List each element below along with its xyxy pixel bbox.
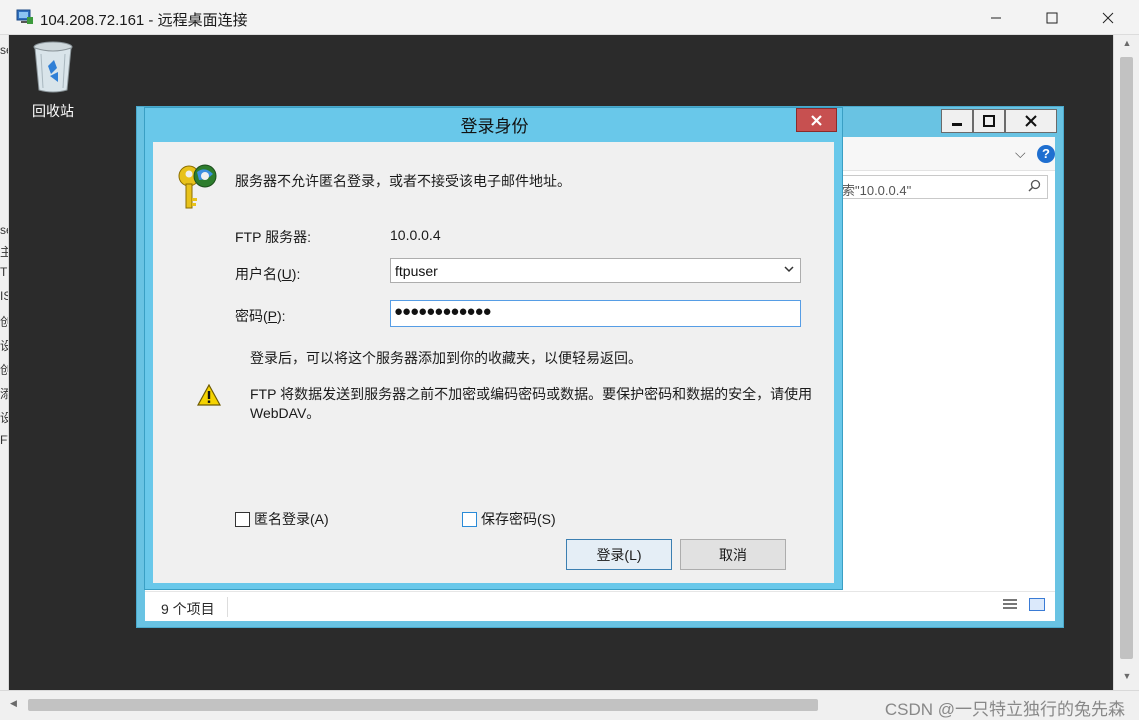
help-icon[interactable]: ? <box>1037 145 1055 163</box>
window-title: 104.208.72.161 - 远程桌面连接 <box>40 12 248 29</box>
maximize-icon <box>983 115 995 127</box>
left-clipped-panel: se se 主 T IS 创 设 创 添 设 FT <box>0 35 9 690</box>
username-label: 用户名(U): <box>235 266 301 282</box>
horizontal-scroll-thumb[interactable] <box>28 699 818 711</box>
username-combobox[interactable]: ftpuser <box>390 258 801 283</box>
checkbox-box[interactable] <box>462 511 477 527</box>
password-mask: ●●●●●●●●●●●● <box>394 303 492 320</box>
clipped-text: T <box>0 265 8 279</box>
maximize-button[interactable] <box>1024 0 1080 35</box>
security-warning: FTP 将数据发送到服务器之前不加密或编码密码或数据。要保护密码和数据的安全，请… <box>250 386 813 421</box>
vertical-scroll-thumb[interactable] <box>1120 57 1133 659</box>
close-icon <box>1025 115 1037 127</box>
item-count: 9 个项目 <box>161 601 215 617</box>
clipped-text: FT <box>0 433 8 447</box>
chevron-down-icon[interactable] <box>783 263 795 275</box>
scroll-left-icon[interactable]: ◀ <box>10 698 17 709</box>
vertical-scrollbar[interactable]: ▲ ▼ <box>1113 35 1139 690</box>
clipped-text: 创 <box>0 361 8 378</box>
error-message: 服务器不允许匿名登录，或者不接受该电子邮件地址。 <box>235 173 571 189</box>
dialog-body: 服务器不允许匿名登录，或者不接受该电子邮件地址。 FTP 服务器: 10.0.0… <box>153 142 834 583</box>
status-divider <box>227 597 228 617</box>
clipped-text: se <box>0 43 8 57</box>
save-password-label: 保存密码(S) <box>481 511 556 527</box>
clipped-text: 创 <box>0 313 8 330</box>
close-icon <box>1102 12 1114 23</box>
checkbox-box[interactable] <box>235 511 250 527</box>
server-label: FTP 服务器: <box>235 229 311 245</box>
dialog-title: 登录身份 <box>460 117 529 136</box>
close-button[interactable] <box>1080 0 1136 35</box>
search-icon <box>1028 179 1041 192</box>
anonymous-login-label: 匿名登录(A) <box>254 511 329 527</box>
search-box[interactable]: 索"10.0.0.4" <box>835 175 1048 199</box>
recycle-bin[interactable]: 回收站 <box>22 40 84 121</box>
clipped-text: 主 <box>0 243 8 260</box>
minimize-button[interactable] <box>968 0 1024 35</box>
server-value: 10.0.0.4 <box>390 227 441 243</box>
clipped-text: IS <box>0 289 8 303</box>
recycle-bin-icon <box>33 41 73 93</box>
keys-icon <box>178 164 217 209</box>
minimize-icon <box>991 17 1001 18</box>
scroll-up-icon[interactable]: ▲ <box>1114 38 1139 56</box>
login-dialog: 登录身份 服务器不允许匿名登录，或者不接受该电子邮件地址。 FTP 服务器: 1… <box>144 107 843 590</box>
explorer-close-button[interactable] <box>1005 109 1057 133</box>
cancel-button[interactable]: 取消 <box>680 539 786 570</box>
explorer-minimize-button[interactable] <box>941 109 973 133</box>
details-view-icon[interactable] <box>1002 598 1018 612</box>
warning-icon <box>197 384 221 406</box>
remote-desktop-icon <box>16 9 33 24</box>
login-button[interactable]: 登录(L) <box>566 539 672 570</box>
status-bar: 9 个项目 <box>145 591 1055 621</box>
dialog-close-button[interactable] <box>796 108 837 132</box>
maximize-icon <box>1046 12 1058 23</box>
anonymous-login-checkbox[interactable]: 匿名登录(A) <box>235 509 329 529</box>
clipped-text: 设 <box>0 337 8 354</box>
password-field[interactable]: ●●●●●●●●●●●● <box>390 300 801 327</box>
rdp-titlebar: 104.208.72.161 - 远程桌面连接 <box>0 0 1139 35</box>
explorer-maximize-button[interactable] <box>973 109 1005 133</box>
search-placeholder: 索"10.0.0.4" <box>842 183 912 198</box>
recycle-bin-label: 回收站 <box>32 103 74 119</box>
favorites-note: 登录后，可以将这个服务器添加到你的收藏夹，以便轻易返回。 <box>250 350 642 366</box>
username-value: ftpuser <box>395 263 438 279</box>
clipped-text: 添 <box>0 385 8 402</box>
close-icon <box>811 114 822 126</box>
horizontal-scrollbar[interactable]: ◀ CSDN @一只特立独行的兔先森 <box>0 690 1139 720</box>
scroll-down-icon[interactable]: ▼ <box>1114 671 1139 689</box>
minimize-icon <box>952 123 962 126</box>
large-icons-view-icon[interactable] <box>1029 598 1045 611</box>
password-label: 密码(P): <box>235 308 286 324</box>
ribbon-expand-chevron-icon[interactable]: ⌵ <box>1015 145 1026 162</box>
clipped-text: 设 <box>0 409 8 426</box>
save-password-checkbox[interactable]: 保存密码(S) <box>462 509 556 529</box>
clipped-text: se <box>0 223 8 237</box>
watermark: CSDN @一只特立独行的兔先森 <box>884 700 1125 719</box>
